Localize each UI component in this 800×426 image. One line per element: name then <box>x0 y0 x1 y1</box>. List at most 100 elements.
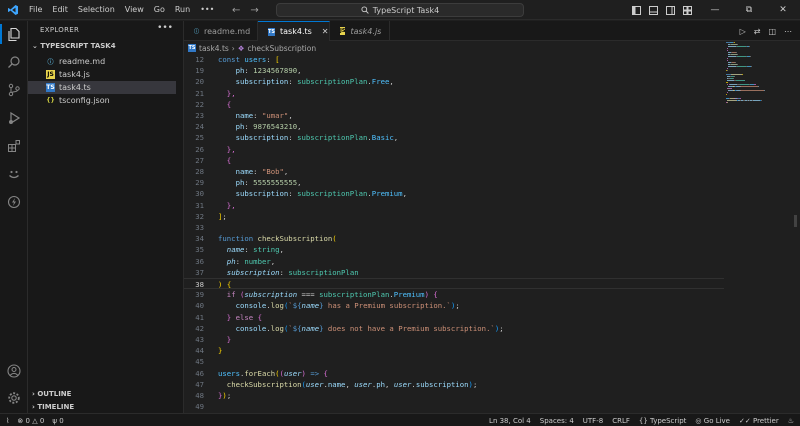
file-task4-js[interactable]: JS task4.js <box>28 68 176 81</box>
restore-icon[interactable]: ⧉ <box>732 0 766 20</box>
code-line[interactable]: 36 ph: number, <box>184 256 724 267</box>
code-line[interactable]: 32]; <box>184 211 724 222</box>
code-line[interactable]: 20 subscription: subscriptionPlan.Free, <box>184 76 724 87</box>
back-arrow-icon[interactable]: ← <box>232 5 240 16</box>
minimap[interactable] <box>726 42 790 122</box>
tab-task4-js[interactable]: JS task4.js <box>330 21 390 41</box>
forward-arrow-icon[interactable]: → <box>250 5 258 16</box>
thunder-client-icon[interactable] <box>6 194 22 210</box>
file-tsconfig-json[interactable]: {} tsconfig.json <box>28 94 176 107</box>
explorer-more-icon[interactable]: ••• <box>157 23 173 33</box>
code-line[interactable]: 38) { <box>184 278 724 290</box>
file-readme-md[interactable]: ⓘ readme.md <box>28 55 176 68</box>
code-line[interactable]: 41 } else { <box>184 312 724 323</box>
tab-readme-md[interactable]: ⓘ readme.md <box>184 21 258 41</box>
code-token: : <box>244 245 254 255</box>
more-actions-icon[interactable]: ⋯ <box>784 27 792 36</box>
code-line[interactable]: 25 subscription: subscriptionPlan.Basic, <box>184 132 724 143</box>
code-line[interactable]: 33 <box>184 222 724 233</box>
menu-edit[interactable]: Edit <box>47 0 73 20</box>
close-tab-icon[interactable]: ✕ <box>322 27 329 36</box>
code-line[interactable]: 43 } <box>184 334 724 345</box>
settings-gear-icon[interactable] <box>6 390 22 406</box>
code-line[interactable]: 35 name: string, <box>184 244 724 255</box>
code-line[interactable]: 49 <box>184 401 724 412</box>
line-number: 41 <box>195 312 204 322</box>
code-line[interactable]: 27 { <box>184 155 724 166</box>
menu-view[interactable]: View <box>120 0 149 20</box>
breadcrumb-symbol[interactable]: checkSubscription <box>248 44 317 53</box>
command-center[interactable]: TypeScript Task4 <box>276 3 524 17</box>
code-token: Premium <box>371 189 403 199</box>
cursor-position[interactable]: Ln 38, Col 4 <box>489 417 531 425</box>
code-line[interactable]: 44} <box>184 345 724 356</box>
editor-scrollbar[interactable] <box>794 215 797 227</box>
code-token: ph <box>226 256 236 266</box>
code-line[interactable]: 39 if (subscription === subscriptionPlan… <box>184 289 724 300</box>
split-editor-icon[interactable]: ◫ <box>768 27 776 36</box>
menu-selection[interactable]: Selection <box>73 0 120 20</box>
timeline-section[interactable]: › TIMELINE <box>32 403 74 411</box>
notifications-bell-icon[interactable]: ♨ <box>788 417 794 425</box>
problems-indicator[interactable]: ⊗ 0 △ 0 <box>17 417 44 425</box>
extensions-icon[interactable] <box>6 138 22 154</box>
code-line[interactable]: 12 const users: [ <box>184 54 724 65</box>
workspace-folder[interactable]: ⌄ TYPESCRIPT TASK4 <box>32 42 116 50</box>
prettier-status[interactable]: ✓✓ Prettier <box>739 417 779 425</box>
toggle-secondary-sidebar-icon[interactable] <box>666 5 675 15</box>
encoding[interactable]: UTF-8 <box>583 417 603 425</box>
code-line[interactable]: 19 ph: 1234567890, <box>184 65 724 76</box>
customize-layout-icon[interactable] <box>683 5 692 15</box>
code-token: { <box>226 155 232 165</box>
close-window-icon[interactable]: ✕ <box>766 0 800 20</box>
outline-section[interactable]: › OUTLINE <box>32 390 71 398</box>
code-line[interactable]: 21 }, <box>184 88 724 99</box>
code-line[interactable]: 37 subscription: subscriptionPlan <box>184 267 724 278</box>
explorer-icon[interactable] <box>0 24 22 44</box>
run-code-icon[interactable]: ▷ <box>740 27 746 36</box>
code-line[interactable]: 47 checkSubscription(user.name, user.ph,… <box>184 379 724 390</box>
search-sidebar-icon[interactable] <box>6 54 22 70</box>
code-line[interactable]: 45 <box>184 356 724 367</box>
run-debug-icon[interactable] <box>6 110 22 126</box>
account-icon[interactable] <box>6 363 22 379</box>
source-control-icon[interactable] <box>6 82 22 98</box>
go-live-button[interactable]: ◎ Go Live <box>695 417 730 425</box>
chevron-right-icon: › <box>32 403 35 411</box>
info-file-icon: ⓘ <box>194 28 200 35</box>
toggle-sidebar-icon[interactable] <box>632 5 641 15</box>
file-task4-ts[interactable]: TS task4.ts <box>28 81 176 94</box>
code-token: string <box>253 245 280 255</box>
ports-indicator[interactable]: ψ 0 <box>52 417 63 425</box>
menu-go[interactable]: Go <box>149 0 170 20</box>
code-line[interactable]: 29 ph: 5555555555, <box>184 177 724 188</box>
end-of-line[interactable]: CRLF <box>612 417 630 425</box>
code-line[interactable]: 22 { <box>184 99 724 110</box>
language-mode[interactable]: {} TypeScript <box>639 417 687 425</box>
menu-run[interactable]: Run <box>170 0 195 20</box>
code-line[interactable]: 34 function checkSubscription( <box>184 233 724 244</box>
menu-more[interactable]: ••• <box>195 0 219 20</box>
code-token: subscription <box>235 77 289 87</box>
code-line[interactable]: 30 subscription: subscriptionPlan.Premiu… <box>184 188 724 199</box>
compare-icon[interactable]: ⇄ <box>754 27 761 36</box>
code-line[interactable]: 42 console.log(`${name} does not have a … <box>184 323 724 334</box>
line-number: 42 <box>195 323 204 333</box>
code-line[interactable]: 26 }, <box>184 144 724 155</box>
code-line[interactable]: 24 ph: 9876543210, <box>184 121 724 132</box>
code-line[interactable]: 23 name: "umar", <box>184 110 724 121</box>
code-editor[interactable]: 12 const users: [19 ph: 1234567890, 20 sub… <box>184 54 724 413</box>
tab-task4-ts[interactable]: TS task4.ts ✕ <box>258 21 330 41</box>
code-line[interactable]: 31 }, <box>184 200 724 211</box>
toggle-panel-icon[interactable] <box>649 5 658 15</box>
indentation[interactable]: Spaces: 4 <box>540 417 574 425</box>
code-line[interactable]: 28 name: "Bob", <box>184 166 724 177</box>
breadcrumb-file[interactable]: task4.ts <box>199 44 229 53</box>
remote-icon[interactable]: ⌇ <box>6 417 9 425</box>
code-line[interactable]: 40 console.log(`${name} has a Premium su… <box>184 300 724 311</box>
code-line[interactable]: 48}); <box>184 390 724 401</box>
live-share-icon[interactable] <box>6 166 22 182</box>
menu-file[interactable]: File <box>24 0 47 20</box>
code-line[interactable]: 46 users.forEach((user) => { <box>184 368 724 379</box>
minimize-icon[interactable]: — <box>698 0 732 20</box>
